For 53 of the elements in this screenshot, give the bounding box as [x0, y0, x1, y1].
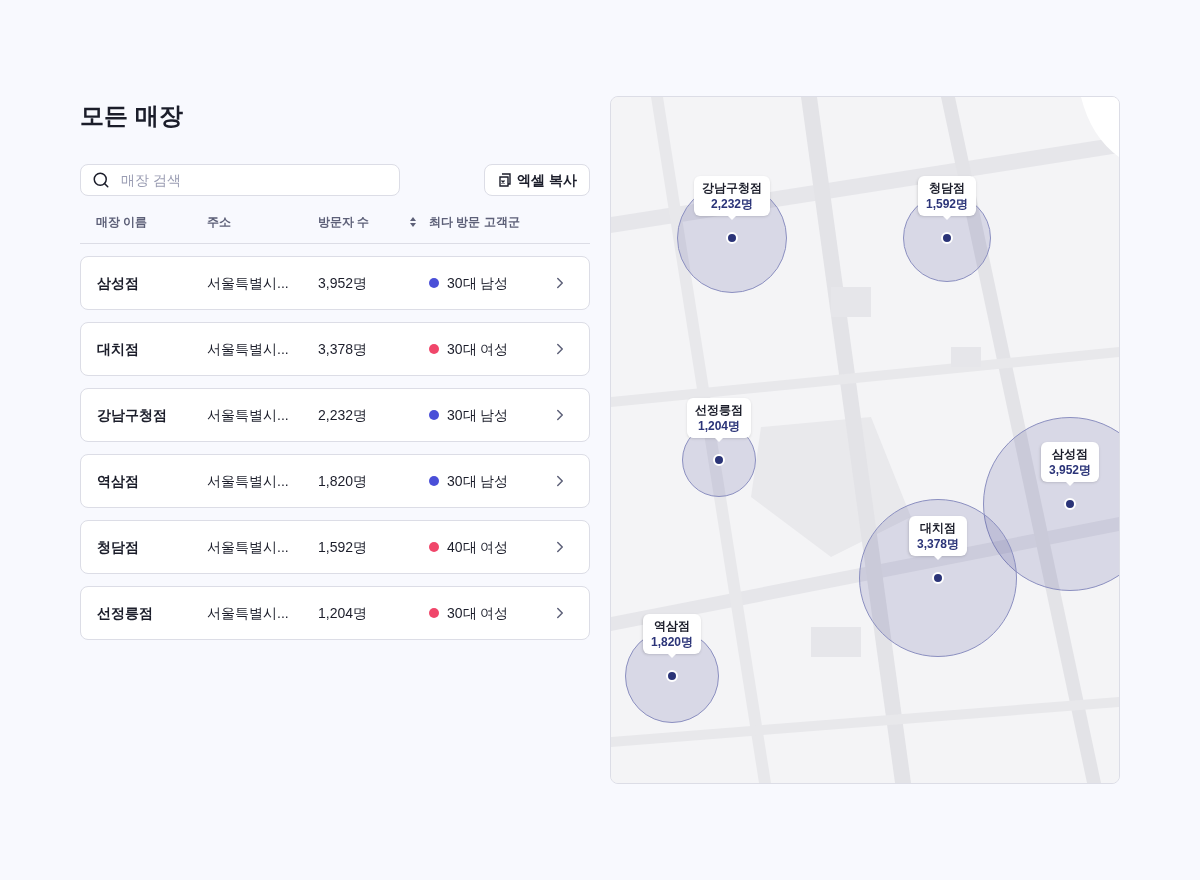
store-address: 서울특별시...	[207, 604, 290, 623]
segment-label: 30대 남성	[447, 406, 509, 425]
search-icon	[92, 171, 110, 189]
tooltip-count: 2,232명	[711, 196, 753, 212]
tooltip-name: 대치점	[920, 520, 956, 536]
column-header: 주소	[207, 213, 231, 230]
copy-button[interactable]: 엑셀 복사	[484, 164, 590, 196]
tooltip-name: 삼성점	[1052, 446, 1088, 462]
store-address: 서울특별시...	[207, 406, 290, 425]
spreadsheet-copy-icon	[497, 172, 514, 188]
segment-label: 30대 남성	[447, 274, 509, 293]
store-row[interactable]: 대치점 서울특별시... 3,378명 30대 여성	[80, 322, 590, 376]
segment-label: 30대 여성	[447, 604, 509, 623]
store-row[interactable]: 삼성점 서울특별시... 3,952명 30대 남성	[80, 256, 590, 310]
tooltip-count: 3,378명	[917, 536, 959, 552]
visitor-count: 1,592명	[318, 538, 369, 557]
store-row[interactable]: 선정릉점 서울특별시... 1,204명 30대 여성	[80, 586, 590, 640]
store-name: 선정릉점	[96, 604, 154, 623]
tooltip-name: 청담점	[929, 180, 965, 196]
visitor-count: 1,204명	[318, 604, 369, 623]
tooltip-count: 3,952명	[1049, 462, 1091, 478]
store-map[interactable]: 강남구청점 2,232명 청담점 1,592명 선정릉점 1,204명 삼성점 3,952명 대치점 3,378명 역삼점 1,820명	[610, 96, 1120, 784]
store-address: 서울특별시...	[207, 472, 290, 491]
tooltip-count: 1,820명	[651, 634, 693, 650]
visitor-count: 3,378명	[318, 340, 369, 359]
column-header: 매장 이름	[96, 213, 148, 230]
search-field[interactable]: 매장 검색	[80, 164, 400, 196]
store-row[interactable]: 청담점 서울특별시... 1,592명 40대 여성	[80, 520, 590, 574]
column-header: 최다 방문 고객군	[429, 213, 520, 230]
store-name: 역삼점	[96, 472, 140, 491]
store-name: 삼성점	[96, 274, 140, 293]
sort-icon[interactable]	[409, 215, 418, 228]
store-row[interactable]: 강남구청점 서울특별시... 2,232명 30대 남성	[80, 388, 590, 442]
tooltip-count: 1,204명	[698, 418, 740, 434]
segment-label: 30대 여성	[447, 340, 509, 359]
store-address: 서울특별시...	[207, 340, 290, 359]
tooltip-name: 강남구청점	[702, 180, 762, 196]
visitor-count: 3,952명	[318, 274, 369, 293]
store-address: 서울특별시...	[207, 274, 290, 293]
column-header: 방문자 수	[318, 213, 370, 230]
store-row[interactable]: 역삼점 서울특별시... 1,820명 30대 남성	[80, 454, 590, 508]
store-name: 청담점	[96, 538, 140, 557]
visitor-count: 2,232명	[318, 406, 369, 425]
page-title: 모든 매장	[80, 101, 183, 131]
tooltip-name: 선정릉점	[695, 402, 743, 418]
tooltip-count: 1,592명	[926, 196, 968, 212]
store-address: 서울특별시...	[207, 538, 290, 557]
visitor-count: 1,820명	[318, 472, 369, 491]
tooltip-name: 역삼점	[654, 618, 690, 634]
segment-label: 30대 남성	[447, 472, 509, 491]
segment-label: 40대 여성	[447, 538, 509, 557]
store-name: 강남구청점	[96, 406, 168, 425]
store-name: 대치점	[96, 340, 140, 359]
